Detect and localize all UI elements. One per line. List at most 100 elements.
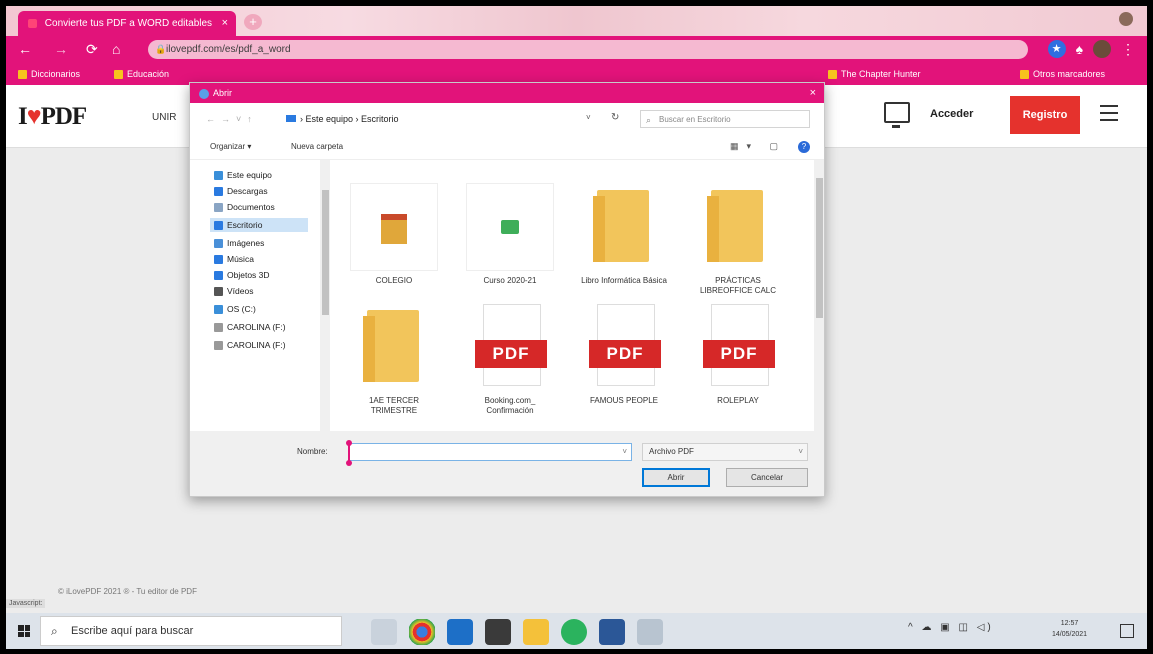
dialog-nav-arrows[interactable]: ←→˅↑ bbox=[206, 114, 258, 124]
organize-menu[interactable]: Organizar ▾ bbox=[210, 142, 251, 151]
file-item[interactable]: PDF ROLEPLAY bbox=[694, 304, 782, 406]
path-dropdown-icon[interactable]: ˅ bbox=[586, 113, 591, 122]
app-icon[interactable] bbox=[485, 619, 511, 645]
home-icon[interactable]: ⌂ bbox=[112, 40, 120, 58]
chevron-down-icon: ˅ bbox=[798, 447, 803, 456]
nav-item[interactable]: Escritorio bbox=[210, 218, 308, 232]
nav-item-icon bbox=[214, 170, 223, 180]
refresh-icon[interactable]: ↻ bbox=[611, 112, 619, 123]
bookmark-diccionarios[interactable]: Diccionarios bbox=[18, 66, 80, 82]
nav-item[interactable]: CAROLINA (F:) bbox=[214, 320, 286, 334]
file-item[interactable]: PDF FAMOUS PEOPLE bbox=[580, 304, 668, 406]
file-name: Libro Informática Básica bbox=[581, 276, 667, 285]
hamburger-menu-icon[interactable] bbox=[1100, 105, 1118, 126]
file-name: PRÁCTICAS LIBREOFFICE CALC bbox=[699, 276, 776, 295]
url-input[interactable]: 🔒 ilovepdf.com/es/pdf_a_word bbox=[148, 40, 1028, 59]
breadcrumb[interactable]: › Este equipo › Escritorio bbox=[286, 114, 399, 124]
file-explorer-icon[interactable] bbox=[523, 619, 549, 645]
task-view-icon[interactable] bbox=[371, 619, 397, 645]
ilovepdf-favicon-icon bbox=[28, 18, 37, 28]
dialog-search-input[interactable]: ⌕ Buscar en Escritorio bbox=[640, 110, 810, 128]
dialog-command-bar: Organizar ▾ Nueva carpeta ▦▾ ▢ ? bbox=[190, 135, 824, 160]
new-tab-button[interactable]: + bbox=[244, 14, 262, 30]
nav-scrollbar[interactable] bbox=[320, 160, 330, 431]
file-item[interactable]: PDF Booking.com_ Confirmación bbox=[466, 304, 554, 416]
login-link[interactable]: Acceder bbox=[930, 108, 973, 120]
windows-start-icon[interactable] bbox=[18, 625, 30, 637]
bookmark-educacion[interactable]: Educación bbox=[114, 66, 169, 82]
window-control-icon[interactable] bbox=[1119, 12, 1133, 26]
dialog-close-icon[interactable]: × bbox=[810, 83, 816, 103]
menu-dots-icon[interactable]: ⋮ bbox=[1121, 41, 1135, 58]
nav-item[interactable]: Objetos 3D bbox=[214, 268, 270, 282]
pc-icon bbox=[286, 115, 296, 122]
back-arrow-icon[interactable]: ← bbox=[18, 40, 32, 58]
file-item[interactable]: PRÁCTICAS LIBREOFFICE CALC bbox=[694, 184, 782, 296]
whatsapp-icon[interactable] bbox=[561, 619, 587, 645]
folder-icon bbox=[828, 69, 837, 79]
pdf-file-icon: PDF bbox=[581, 304, 667, 390]
file-scrollbar[interactable] bbox=[814, 160, 824, 431]
pdf-label: PDF bbox=[475, 340, 547, 368]
unir-label[interactable]: UNIR bbox=[152, 112, 176, 123]
filename-input[interactable]: ˅ bbox=[346, 440, 632, 466]
file-name: Curso 2020-21 bbox=[483, 276, 537, 285]
profile-avatar[interactable] bbox=[1093, 40, 1111, 58]
nav-item[interactable]: Documentos bbox=[214, 200, 275, 214]
notifications-icon[interactable] bbox=[1120, 624, 1134, 638]
nav-item-icon bbox=[214, 220, 223, 230]
browser-tab[interactable]: Convierte tus PDF a WORD editables × bbox=[18, 11, 236, 36]
desktop-download-icon[interactable] bbox=[884, 102, 910, 128]
file-item[interactable]: COLEGIO bbox=[350, 184, 438, 286]
bookmark-chapter-hunter[interactable]: The Chapter Hunter bbox=[828, 66, 921, 82]
folder-icon bbox=[351, 304, 437, 390]
filetype-select[interactable]: Archivo PDF ˅ bbox=[642, 443, 808, 461]
bookmark-star-icon[interactable]: ★ bbox=[1047, 40, 1066, 58]
register-button[interactable]: Registro bbox=[1010, 96, 1080, 134]
file-item[interactable]: Curso 2020-21 bbox=[466, 184, 554, 286]
pdf-label: PDF bbox=[703, 340, 775, 368]
extensions-icon[interactable]: ♠ bbox=[1076, 41, 1083, 57]
screen: Convierte tus PDF a WORD editables × + ←… bbox=[6, 6, 1147, 649]
forward-arrow-icon[interactable]: → bbox=[54, 40, 68, 58]
file-name: FAMOUS PEOPLE bbox=[589, 396, 659, 405]
ilovepdf-logo[interactable]: I♥PDF bbox=[18, 103, 87, 131]
nav-item[interactable]: Este equipo bbox=[214, 168, 272, 182]
nav-item[interactable]: Vídeos bbox=[214, 284, 253, 298]
folder-icon bbox=[1020, 69, 1029, 79]
address-bar-row: ← → ⟳ ⌂ 🔒 ilovepdf.com/es/pdf_a_word ★ ♠… bbox=[6, 36, 1147, 63]
browser-tab-bar: Convierte tus PDF a WORD editables × + bbox=[6, 6, 1147, 36]
pdf-file-icon: PDF bbox=[695, 304, 781, 390]
nav-item-icon bbox=[214, 238, 223, 248]
bookmark-otros[interactable]: Otros marcadores bbox=[1020, 66, 1105, 82]
nav-item[interactable]: CAROLINA (F:) bbox=[214, 338, 286, 352]
file-item[interactable]: Libro Informática Básica bbox=[580, 184, 668, 286]
reload-icon[interactable]: ⟳ bbox=[86, 40, 98, 58]
nav-item[interactable]: OS (C:) bbox=[214, 302, 256, 316]
mail-icon[interactable] bbox=[447, 619, 473, 645]
system-tray-icons[interactable]: ^ ☁ ▣ ◫ ◁) bbox=[908, 622, 994, 633]
taskbar-clock[interactable]: 12:57 14/05/2021 bbox=[1052, 618, 1087, 640]
new-folder-button[interactable]: Nueva carpeta bbox=[291, 142, 343, 151]
nav-item[interactable]: Imágenes bbox=[214, 236, 264, 250]
browser-actions: ★ ♠ ⋮ bbox=[1047, 40, 1135, 58]
view-options-icon[interactable]: ▦▾ ▢ bbox=[730, 141, 786, 152]
nav-item-icon bbox=[214, 202, 223, 212]
chevron-down-icon[interactable]: ˅ bbox=[622, 447, 627, 456]
search-icon: ⌕ bbox=[646, 115, 652, 125]
paint-icon[interactable] bbox=[637, 619, 663, 645]
help-icon[interactable]: ? bbox=[798, 141, 810, 153]
classroom-shortcut-icon bbox=[467, 184, 553, 270]
cancel-button[interactable]: Cancelar bbox=[726, 468, 808, 487]
file-item[interactable]: 1AE TERCER TRIMESTRE bbox=[350, 304, 438, 416]
nav-item-icon bbox=[214, 254, 223, 264]
footer-text: © iLovePDF 2021 ® - Tu editor de PDF bbox=[58, 587, 197, 596]
word-icon[interactable] bbox=[599, 619, 625, 645]
taskbar-search-input[interactable]: ⌕ Escribe aquí para buscar bbox=[40, 616, 342, 646]
open-button[interactable]: Abrir bbox=[642, 468, 710, 487]
folder-icon bbox=[114, 69, 123, 79]
nav-item[interactable]: Descargas bbox=[214, 184, 268, 198]
chrome-icon[interactable] bbox=[409, 619, 435, 645]
tab-close-icon[interactable]: × bbox=[222, 11, 228, 36]
nav-item[interactable]: Música bbox=[214, 252, 254, 266]
